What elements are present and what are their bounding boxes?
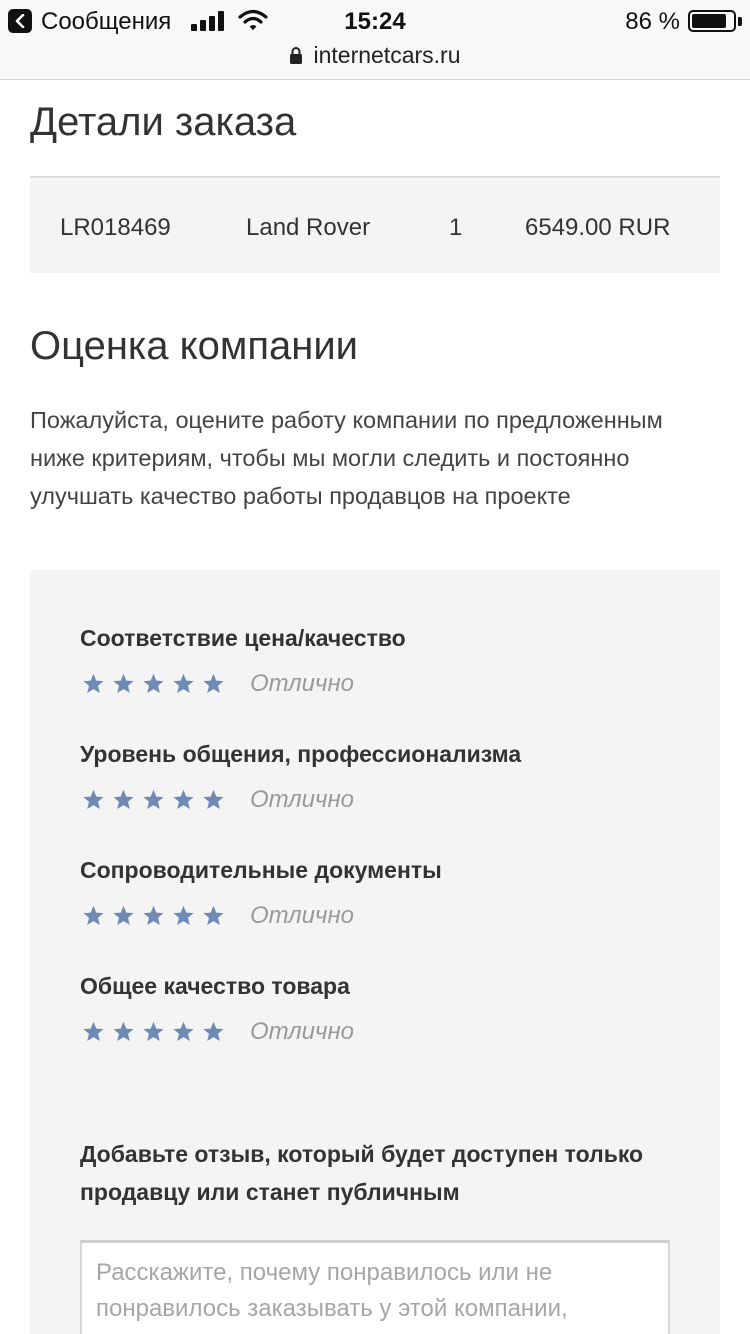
criterion-title: Уровень общения, профессионализма (80, 741, 522, 767)
star-rating[interactable] (82, 1021, 225, 1047)
star-icon[interactable] (112, 1021, 135, 1043)
star-icon[interactable] (142, 1021, 165, 1043)
star-icon[interactable] (202, 905, 225, 927)
rating-panel: Соответствие цена/качество Отлично Урове… (30, 570, 720, 1334)
rating-intro-text: Пожалуйста, оцените работу компании по п… (30, 407, 663, 509)
criterion-documents: Сопроводительные документы Отлично (80, 857, 680, 929)
url-text[interactable]: internetcars.ru (313, 42, 460, 69)
star-icon[interactable] (172, 673, 195, 695)
star-icon[interactable] (112, 789, 135, 811)
browser-top-bar: Сообщения 15:24 86 % internetcars.ru (0, 0, 750, 80)
star-icon[interactable] (142, 905, 165, 927)
criterion-communication: Уровень общения, профессионализма Отличн… (80, 741, 680, 813)
criterion-price-quality: Соответствие цена/качество Отлично (80, 625, 680, 697)
order-row: LR018469 Land Rover 1 6549.00 RUR (30, 176, 720, 273)
battery-icon (688, 10, 736, 32)
star-icon[interactable] (172, 789, 195, 811)
battery-percent: 86 % (625, 8, 680, 35)
star-icon[interactable] (142, 789, 165, 811)
star-icon[interactable] (82, 789, 105, 811)
criterion-title: Сопроводительные документы (80, 857, 442, 883)
lock-icon (290, 47, 303, 64)
status-bar: Сообщения 15:24 86 % (0, 0, 750, 42)
criterion-title: Соответствие цена/качество (80, 625, 406, 651)
star-icon[interactable] (142, 673, 165, 695)
company-rating-heading: Оценка компании (30, 324, 359, 368)
battery-level-fill (692, 14, 726, 28)
criterion-product-quality: Общее качество товара Отлично (80, 973, 680, 1045)
star-rating[interactable] (82, 673, 225, 699)
order-part-number: LR018469 (60, 214, 171, 241)
star-icon[interactable] (202, 789, 225, 811)
address-bar[interactable]: internetcars.ru (0, 40, 750, 70)
battery-tip (738, 17, 742, 26)
rating-label: Отлично (250, 670, 354, 697)
star-icon[interactable] (82, 905, 105, 927)
rating-label: Отлично (250, 786, 354, 813)
rating-label: Отлично (250, 1018, 354, 1045)
star-icon[interactable] (202, 673, 225, 695)
review-title: Добавьте отзыв, который будет доступен т… (80, 1141, 644, 1205)
star-rating[interactable] (82, 905, 225, 931)
order-brand: Land Rover (246, 214, 371, 241)
review-textarea[interactable] (80, 1240, 670, 1334)
rating-label: Отлично (250, 902, 354, 929)
star-icon[interactable] (82, 1021, 105, 1043)
order-price: 6549.00 RUR (525, 214, 671, 241)
star-rating[interactable] (82, 789, 225, 815)
order-quantity: 1 (449, 214, 463, 241)
criterion-title: Общее качество товара (80, 973, 350, 999)
star-icon[interactable] (112, 905, 135, 927)
star-icon[interactable] (172, 905, 195, 927)
star-icon[interactable] (112, 673, 135, 695)
star-icon[interactable] (82, 673, 105, 695)
star-icon[interactable] (202, 1021, 225, 1043)
order-details-heading: Детали заказа (30, 100, 297, 144)
star-icon[interactable] (172, 1021, 195, 1043)
